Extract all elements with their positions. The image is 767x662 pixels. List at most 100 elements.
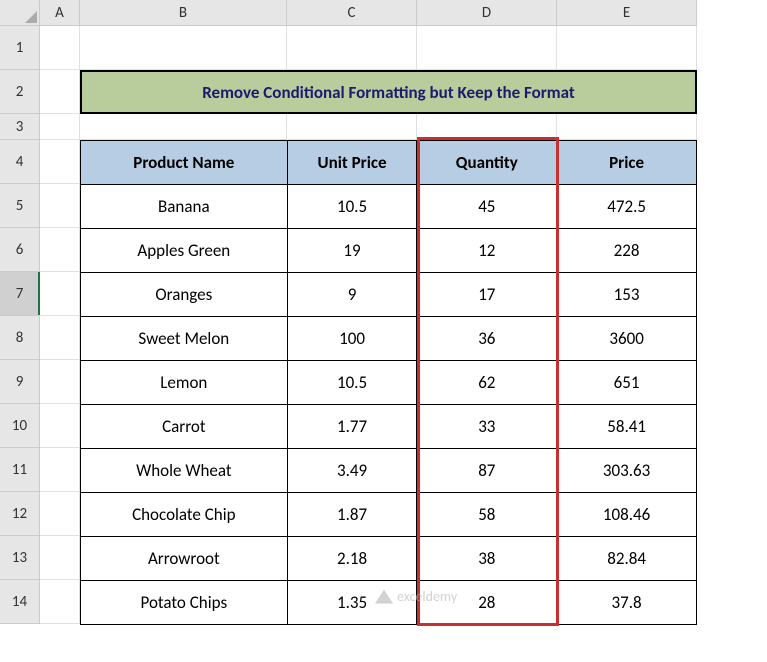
cell-product[interactable]: Apples Green bbox=[81, 229, 288, 273]
cell-A13[interactable] bbox=[40, 536, 80, 580]
cell-unit_price[interactable]: 2.18 bbox=[287, 537, 417, 581]
cell-unit_price[interactable]: 1.87 bbox=[287, 493, 417, 537]
cell-unit_price[interactable]: 19 bbox=[287, 229, 417, 273]
cell-E1[interactable] bbox=[557, 26, 697, 70]
col-header-E[interactable]: E bbox=[557, 0, 697, 26]
cell-product[interactable]: Banana bbox=[81, 185, 288, 229]
cell-product[interactable]: Sweet Melon bbox=[81, 317, 288, 361]
cell-price[interactable]: 303.63 bbox=[557, 449, 697, 493]
cell-A7[interactable] bbox=[40, 272, 80, 316]
row-header-4[interactable]: 4 bbox=[0, 140, 40, 184]
cell-price[interactable]: 228 bbox=[557, 229, 697, 273]
table-row: Carrot1.773358.41 bbox=[81, 405, 697, 449]
row-header-13[interactable]: 13 bbox=[0, 536, 40, 580]
table-row: Oranges917153 bbox=[81, 273, 697, 317]
cell-A14[interactable] bbox=[40, 580, 80, 624]
cell-price[interactable]: 58.41 bbox=[557, 405, 697, 449]
table-row: Lemon10.562651 bbox=[81, 361, 697, 405]
watermark-logo-icon bbox=[375, 590, 393, 604]
cell-price[interactable]: 37.8 bbox=[557, 581, 697, 625]
cell-A12[interactable] bbox=[40, 492, 80, 536]
table-row: Banana10.545472.5 bbox=[81, 185, 697, 229]
cell-product[interactable]: Carrot bbox=[81, 405, 288, 449]
row-header-12[interactable]: 12 bbox=[0, 492, 40, 536]
cell-unit_price[interactable]: 1.77 bbox=[287, 405, 417, 449]
cell-unit_price[interactable]: 10.5 bbox=[287, 361, 417, 405]
cell-product[interactable]: Chocolate Chip bbox=[81, 493, 288, 537]
row-header-11[interactable]: 11 bbox=[0, 448, 40, 492]
cell-B1[interactable] bbox=[80, 26, 287, 70]
table-row: Chocolate Chip1.8758108.46 bbox=[81, 493, 697, 537]
cell-product[interactable]: Lemon bbox=[81, 361, 288, 405]
cell-price[interactable]: 3600 bbox=[557, 317, 697, 361]
cell-price[interactable]: 108.46 bbox=[557, 493, 697, 537]
select-all-corner[interactable] bbox=[0, 0, 40, 26]
cell-product[interactable]: Potato Chips bbox=[81, 581, 288, 625]
cell-C1[interactable] bbox=[287, 26, 417, 70]
cell-quantity[interactable]: 38 bbox=[417, 537, 557, 581]
cell-A2[interactable] bbox=[40, 70, 80, 114]
cell-A11[interactable] bbox=[40, 448, 80, 492]
watermark: exceldemy bbox=[375, 588, 457, 605]
col-header-C[interactable]: C bbox=[287, 0, 417, 26]
cell-A9[interactable] bbox=[40, 360, 80, 404]
header-unitprice[interactable]: Unit Price bbox=[287, 141, 417, 185]
row-header-14[interactable]: 14 bbox=[0, 580, 40, 624]
table-row: Arrowroot2.183882.84 bbox=[81, 537, 697, 581]
cell-quantity[interactable]: 33 bbox=[417, 405, 557, 449]
cell-quantity[interactable]: 36 bbox=[417, 317, 557, 361]
table-row: Whole Wheat3.4987303.63 bbox=[81, 449, 697, 493]
cell-unit_price[interactable]: 9 bbox=[287, 273, 417, 317]
header-product[interactable]: Product Name bbox=[81, 141, 288, 185]
cell-product[interactable]: Oranges bbox=[81, 273, 288, 317]
header-quantity[interactable]: Quantity bbox=[417, 141, 557, 185]
cell-price[interactable]: 651 bbox=[557, 361, 697, 405]
table-row: Apples Green1912228 bbox=[81, 229, 697, 273]
title-cell[interactable]: Remove Conditional Formatting but Keep t… bbox=[80, 70, 697, 114]
row-header-1[interactable]: 1 bbox=[0, 26, 40, 70]
row-header-9[interactable]: 9 bbox=[0, 360, 40, 404]
cell-quantity[interactable]: 62 bbox=[417, 361, 557, 405]
row-header-6[interactable]: 6 bbox=[0, 228, 40, 272]
cell-B3[interactable] bbox=[80, 114, 287, 140]
cell-A8[interactable] bbox=[40, 316, 80, 360]
watermark-text: exceldemy bbox=[397, 588, 457, 605]
cell-unit_price[interactable]: 10.5 bbox=[287, 185, 417, 229]
cell-A4[interactable] bbox=[40, 140, 80, 184]
table-row: Sweet Melon100363600 bbox=[81, 317, 697, 361]
cell-E3[interactable] bbox=[557, 114, 697, 140]
row-header-5[interactable]: 5 bbox=[0, 184, 40, 228]
header-price[interactable]: Price bbox=[557, 141, 697, 185]
row-header-3[interactable]: 3 bbox=[0, 114, 40, 140]
cell-product[interactable]: Whole Wheat bbox=[81, 449, 288, 493]
cell-unit_price[interactable]: 3.49 bbox=[287, 449, 417, 493]
cell-A6[interactable] bbox=[40, 228, 80, 272]
cell-product[interactable]: Arrowroot bbox=[81, 537, 288, 581]
cell-price[interactable]: 472.5 bbox=[557, 185, 697, 229]
cell-quantity[interactable]: 45 bbox=[417, 185, 557, 229]
cell-C3[interactable] bbox=[287, 114, 417, 140]
cell-A5[interactable] bbox=[40, 184, 80, 228]
cell-A3[interactable] bbox=[40, 114, 80, 140]
row-header-8[interactable]: 8 bbox=[0, 316, 40, 360]
col-header-D[interactable]: D bbox=[417, 0, 557, 26]
spreadsheet-grid: A B C D E 1 2 Remove Conditional Formatt… bbox=[0, 0, 767, 624]
row-header-10[interactable]: 10 bbox=[0, 404, 40, 448]
cell-quantity[interactable]: 87 bbox=[417, 449, 557, 493]
data-table: Product Name Unit Price Quantity Price B… bbox=[80, 140, 697, 625]
cell-A10[interactable] bbox=[40, 404, 80, 448]
cell-quantity[interactable]: 58 bbox=[417, 493, 557, 537]
cell-price[interactable]: 153 bbox=[557, 273, 697, 317]
cell-quantity[interactable]: 17 bbox=[417, 273, 557, 317]
row-header-7[interactable]: 7 bbox=[0, 272, 40, 316]
cell-quantity[interactable]: 12 bbox=[417, 229, 557, 273]
col-header-A[interactable]: A bbox=[40, 0, 80, 26]
cell-unit_price[interactable]: 100 bbox=[287, 317, 417, 361]
cell-price[interactable]: 82.84 bbox=[557, 537, 697, 581]
row-header-2[interactable]: 2 bbox=[0, 70, 40, 114]
cell-A1[interactable] bbox=[40, 26, 80, 70]
cell-D1[interactable] bbox=[417, 26, 557, 70]
data-table-container: Product Name Unit Price Quantity Price B… bbox=[80, 140, 697, 624]
cell-D3[interactable] bbox=[417, 114, 557, 140]
col-header-B[interactable]: B bbox=[80, 0, 287, 26]
